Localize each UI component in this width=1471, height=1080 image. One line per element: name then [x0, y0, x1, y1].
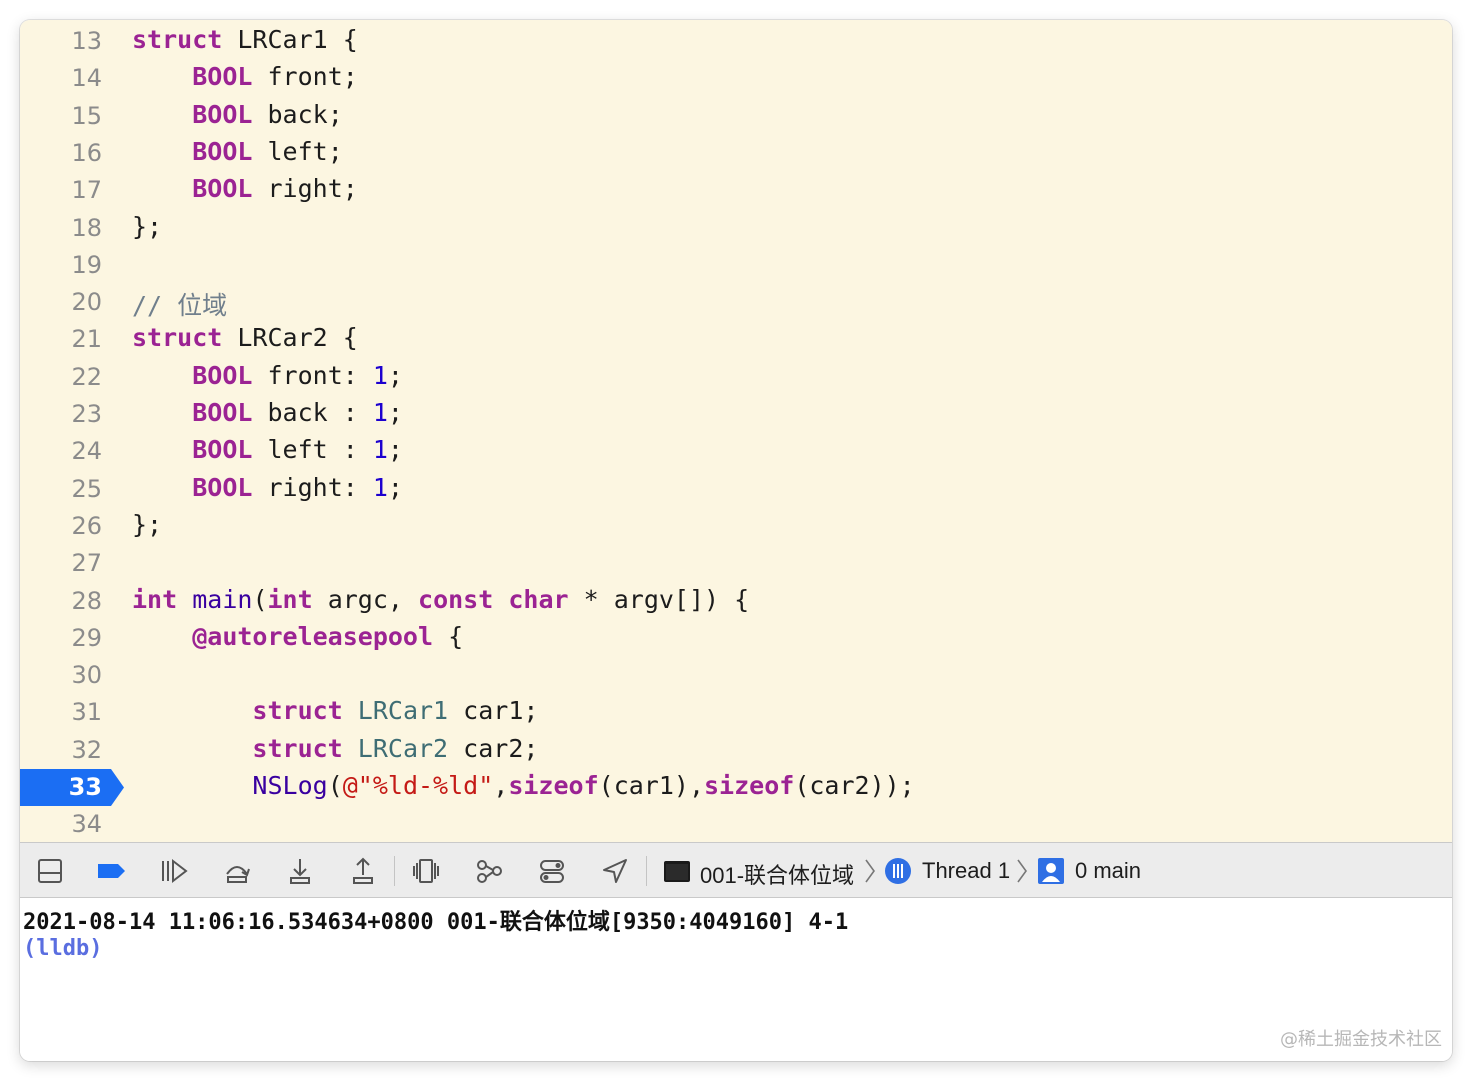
toolbar-separator: [646, 856, 647, 886]
code-text[interactable]: NSLog(@"%ld-%ld",sizeof(car1),sizeof(car…: [132, 771, 914, 800]
hide-debug-area-icon[interactable]: [35, 856, 65, 886]
code-line[interactable]: 16 BOOL left;: [20, 135, 1452, 172]
code-line-current[interactable]: 33 NSLog(@"%ld-%ld",sizeof(car1),sizeof(…: [20, 769, 1452, 806]
continue-icon[interactable]: [159, 856, 189, 886]
breadcrumb-target[interactable]: 001-联合体位域: [700, 858, 854, 890]
code-text[interactable]: @autoreleasepool {: [132, 622, 463, 651]
terminal-icon: [662, 856, 692, 886]
code-line[interactable]: 27: [20, 545, 1452, 582]
debug-console[interactable]: 2021-08-14 11:06:16.534634+0800 001-联合体位…: [20, 898, 1452, 1061]
step-over-icon[interactable]: [222, 856, 252, 886]
line-number[interactable]: 14: [20, 64, 102, 92]
console-output: 2021-08-14 11:06:16.534634+0800 001-联合体位…: [23, 910, 849, 935]
line-number[interactable]: 28: [20, 587, 102, 615]
line-number[interactable]: 31: [20, 698, 102, 726]
simulate-location-icon[interactable]: [600, 856, 630, 886]
code-line[interactable]: 29 @autoreleasepool {: [20, 620, 1452, 657]
watermark: @稀土掘金技术社区: [1280, 1029, 1442, 1050]
code-text[interactable]: struct LRCar2 car2;: [132, 734, 538, 763]
code-line[interactable]: 15 BOOL back;: [20, 98, 1452, 135]
code-line[interactable]: 30: [20, 657, 1452, 694]
code-line[interactable]: 18};: [20, 210, 1452, 247]
breadcrumb-frame[interactable]: 0 main: [1075, 858, 1141, 884]
chevron-right-icon: [863, 856, 877, 886]
code-text[interactable]: BOOL back : 1;: [132, 398, 403, 427]
code-line[interactable]: 20 // 位域: [20, 284, 1452, 321]
xcode-window: 13 struct LRCar1 {14 BOOL front; 15 BOOL b…: [20, 20, 1452, 1061]
memory-graph-icon[interactable]: [474, 856, 504, 886]
code-text[interactable]: int main(int argc, const char * argv[]) …: [132, 585, 749, 614]
code-line[interactable]: 25 BOOL right: 1;: [20, 471, 1452, 508]
code-text[interactable]: BOOL front: 1;: [132, 361, 403, 390]
breadcrumb-thread[interactable]: Thread 1: [922, 858, 1010, 884]
code-text[interactable]: BOOL left : 1;: [132, 435, 403, 464]
line-number[interactable]: 25: [20, 475, 102, 503]
line-number[interactable]: 15: [20, 102, 102, 130]
code-line[interactable]: 32 struct LRCar2 car2;: [20, 732, 1452, 769]
code-line[interactable]: 28 int main(int argc, const char * argv[]…: [20, 583, 1452, 620]
line-number[interactable]: 13: [20, 27, 102, 55]
code-line[interactable]: 13 struct LRCar1 {: [20, 23, 1452, 60]
lldb-prompt[interactable]: (lldb): [23, 936, 102, 961]
code-line[interactable]: 19: [20, 247, 1452, 284]
chevron-right-icon: [1015, 856, 1029, 886]
code-line[interactable]: 26};: [20, 508, 1452, 545]
code-line[interactable]: 14 BOOL front;: [20, 60, 1452, 97]
toolbar-separator: [394, 856, 395, 886]
code-line[interactable]: 31 struct LRCar1 car1;: [20, 694, 1452, 731]
code-line[interactable]: 17 BOOL right;: [20, 172, 1452, 209]
code-text[interactable]: struct LRCar2 {: [132, 323, 358, 352]
code-text[interactable]: BOOL right: 1;: [132, 473, 403, 502]
line-number[interactable]: 29: [20, 624, 102, 652]
breakpoints-toggle-icon[interactable]: [97, 856, 127, 886]
line-number[interactable]: 18: [20, 214, 102, 242]
line-number[interactable]: 30: [20, 661, 102, 689]
code-text[interactable]: };: [132, 212, 162, 241]
step-into-icon[interactable]: [285, 856, 315, 886]
line-number[interactable]: 22: [20, 363, 102, 391]
code-text[interactable]: BOOL front;: [132, 62, 358, 91]
line-number[interactable]: 24: [20, 437, 102, 465]
code-text[interactable]: };: [132, 510, 162, 539]
source-editor[interactable]: 13 struct LRCar1 {14 BOOL front; 15 BOOL b…: [20, 20, 1452, 842]
code-text[interactable]: // 位域: [132, 286, 227, 322]
debug-bar: 001-联合体位域 Thread 1 0 main: [20, 842, 1452, 898]
code-text[interactable]: BOOL right;: [132, 174, 358, 203]
line-number[interactable]: 17: [20, 176, 102, 204]
thread-icon: [883, 856, 913, 886]
code-line[interactable]: 21 struct LRCar2 {: [20, 321, 1452, 358]
line-number[interactable]: 21: [20, 325, 102, 353]
line-number[interactable]: 20: [20, 288, 102, 316]
line-number[interactable]: 19: [20, 251, 102, 279]
line-number[interactable]: 27: [20, 549, 102, 577]
line-number[interactable]: 23: [20, 400, 102, 428]
code-text[interactable]: BOOL left;: [132, 137, 343, 166]
line-number[interactable]: 26: [20, 512, 102, 540]
user-frame-icon: [1036, 856, 1066, 886]
code-line[interactable]: 24 BOOL left : 1;: [20, 433, 1452, 470]
code-text[interactable]: struct LRCar1 car1;: [132, 696, 538, 725]
debug-view-hierarchy-icon[interactable]: [411, 856, 441, 886]
line-number[interactable]: 16: [20, 139, 102, 167]
code-line[interactable]: 22 BOOL front: 1;: [20, 359, 1452, 396]
line-number[interactable]: 33: [20, 773, 102, 801]
line-number[interactable]: 32: [20, 736, 102, 764]
code-line[interactable]: 23 BOOL back : 1;: [20, 396, 1452, 433]
step-out-icon[interactable]: [348, 856, 378, 886]
code-text[interactable]: struct LRCar1 {: [132, 25, 358, 54]
line-number[interactable]: 34: [20, 810, 102, 838]
code-text[interactable]: BOOL back;: [132, 100, 343, 129]
environment-overrides-icon[interactable]: [537, 856, 567, 886]
code-line[interactable]: 34: [20, 806, 1452, 842]
